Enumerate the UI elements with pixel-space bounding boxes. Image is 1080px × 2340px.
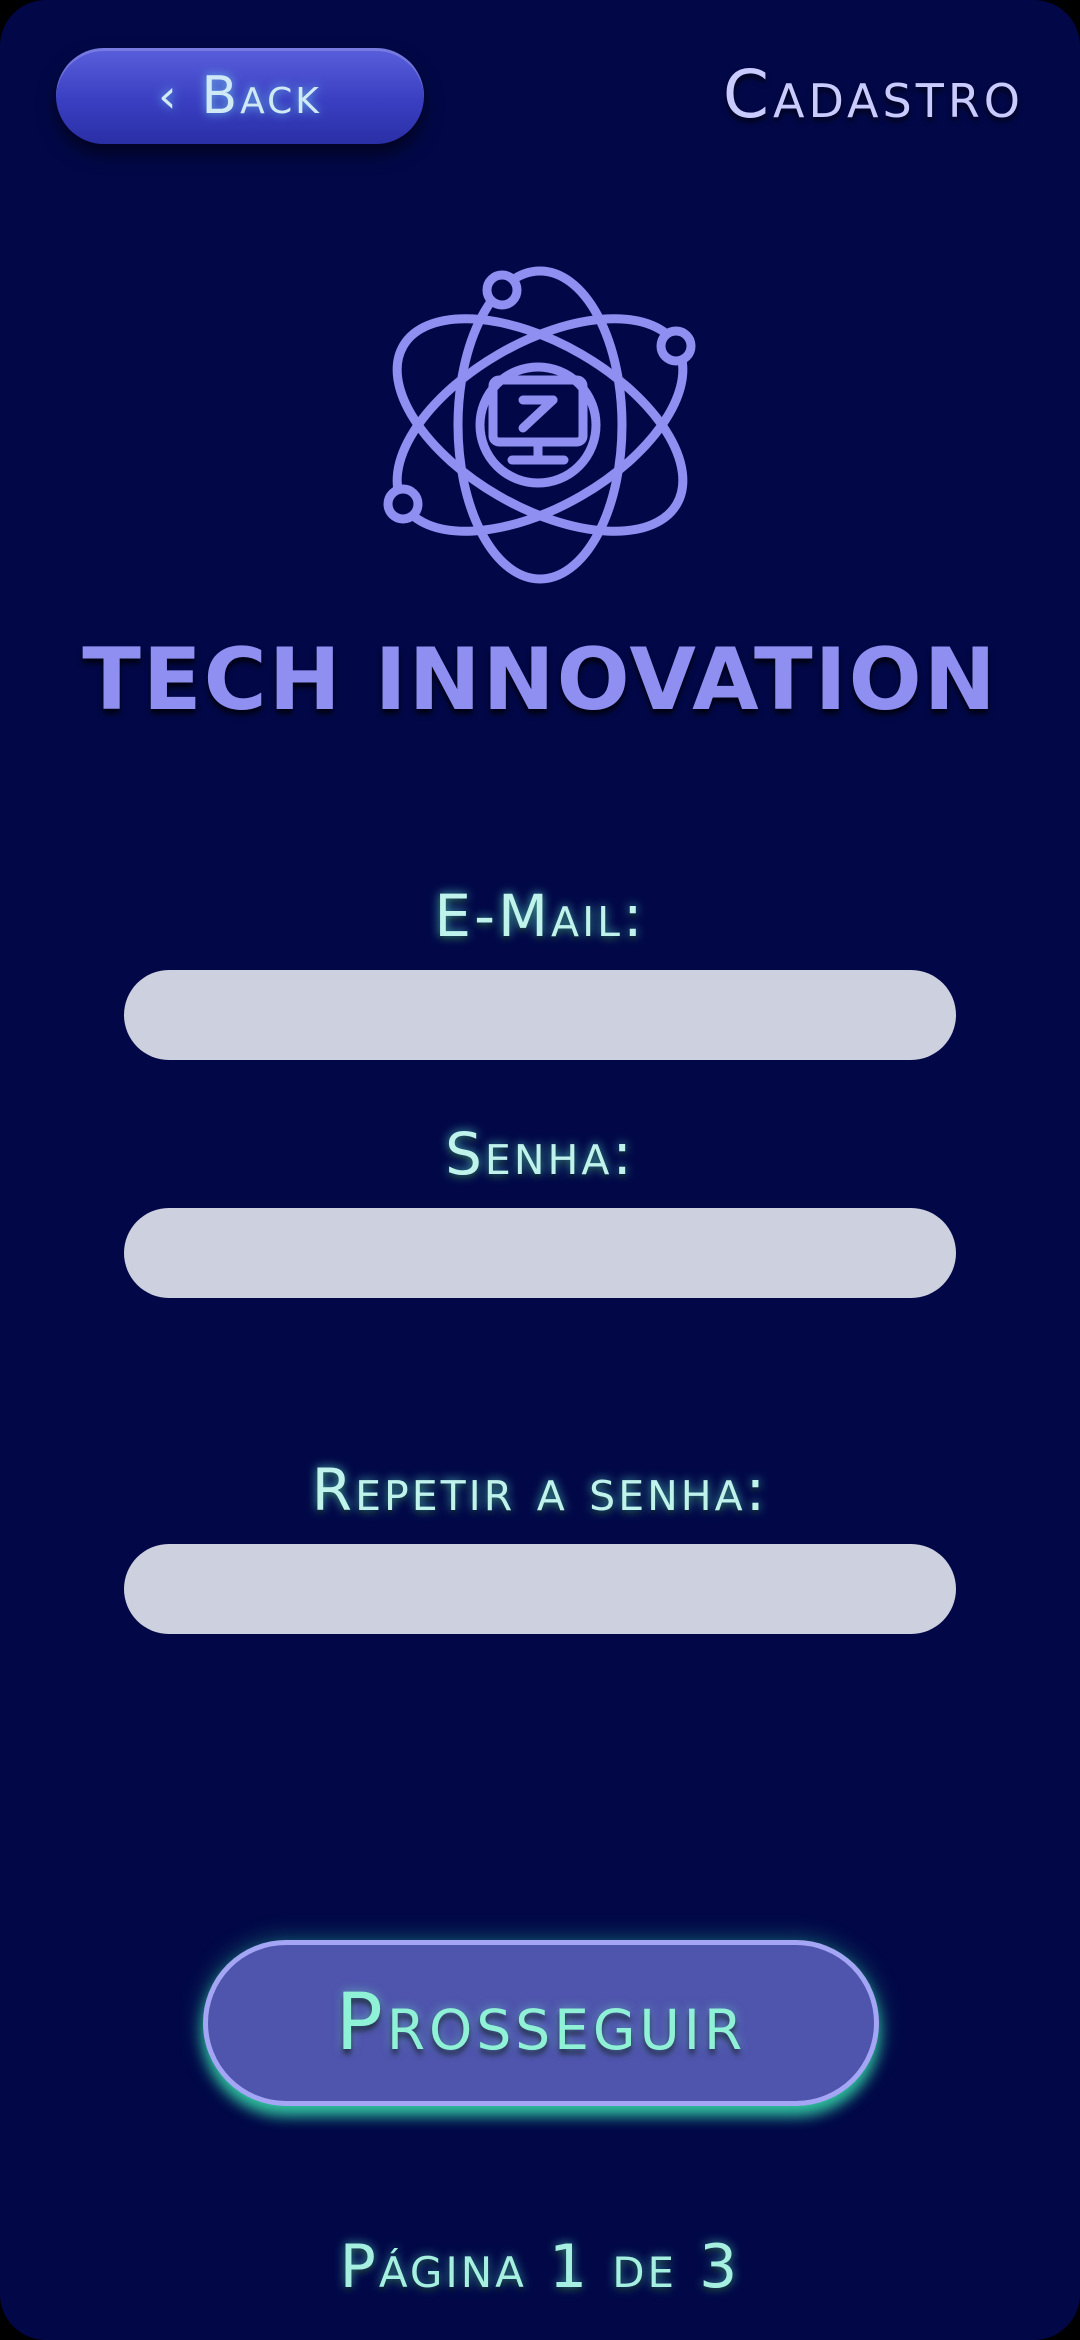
proceed-button[interactable]: Prosseguir bbox=[203, 1940, 879, 2106]
proceed-button-label: Prosseguir bbox=[335, 1978, 747, 2068]
back-button[interactable]: ‹ Back bbox=[56, 48, 424, 144]
email-field[interactable] bbox=[124, 970, 956, 1060]
back-button-label: Back bbox=[201, 66, 322, 126]
atom-computer-icon bbox=[383, 266, 696, 584]
chevron-left-icon: ‹ bbox=[158, 69, 180, 123]
repeat-password-field[interactable] bbox=[124, 1544, 956, 1634]
email-label: E-Mail: bbox=[434, 882, 646, 950]
password-field[interactable] bbox=[124, 1208, 956, 1298]
password-label: Senha: bbox=[445, 1120, 635, 1188]
page-indicator: Página 1 de 3 bbox=[339, 2232, 741, 2302]
brand-title: TECH INNOVATION bbox=[82, 630, 998, 730]
page-title: Cadastro bbox=[722, 56, 1024, 133]
repeat-password-label: Repetir a senha: bbox=[311, 1456, 769, 1524]
signup-screen: ‹ Back Cadastro TECH INNOVATION E-Mail: … bbox=[0, 0, 1080, 2340]
